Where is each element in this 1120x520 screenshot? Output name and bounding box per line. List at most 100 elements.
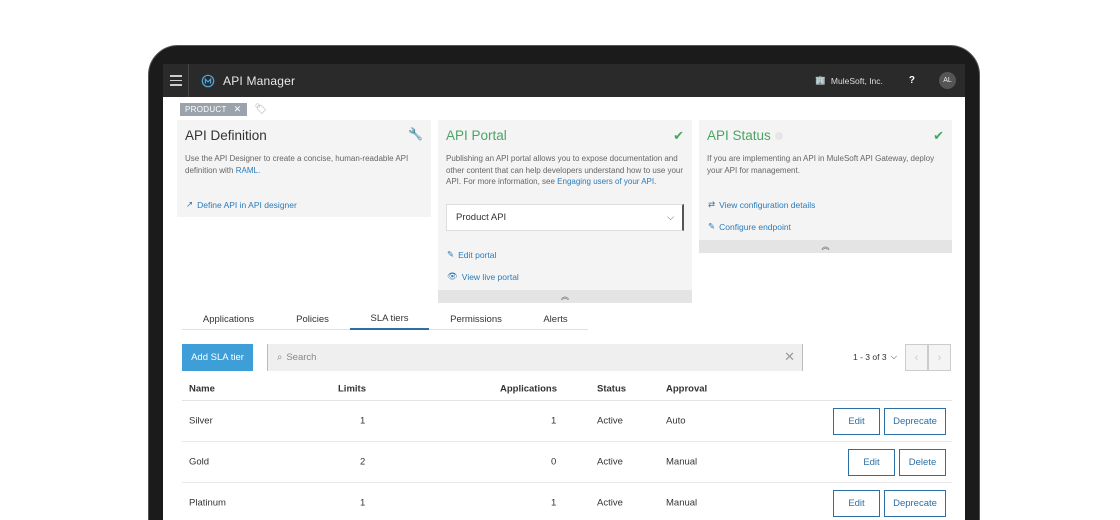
tag-icon[interactable]: 🏷 bbox=[255, 104, 268, 115]
card-title-text: API Status bbox=[707, 128, 771, 143]
tab-permissions[interactable]: Permissions bbox=[429, 308, 523, 330]
cell-limits: 1 bbox=[360, 415, 366, 427]
define-api-link[interactable]: ↗ Define API in API designer bbox=[186, 199, 297, 210]
api-portal-card: API Portal ✔ Publishing an API portal al… bbox=[438, 120, 692, 303]
card-title: API Definition bbox=[185, 128, 267, 143]
tab-bar: Applications Policies SLA tiers Permissi… bbox=[182, 308, 588, 330]
check-icon: ✔ bbox=[673, 128, 684, 143]
table-header: Name Limits Applications Status Approval bbox=[182, 377, 952, 401]
column-header-name: Name bbox=[189, 383, 215, 394]
view-live-portal-label: View live portal bbox=[461, 271, 519, 282]
org-name: MuleSoft, Inc. bbox=[830, 75, 883, 86]
pagination-text: 1 - 3 of 3 bbox=[853, 351, 887, 362]
pencil-icon: ✎ bbox=[708, 221, 716, 231]
top-bar: API Manager 🏢 MuleSoft, Inc. ? AL bbox=[163, 64, 965, 97]
cell-status: Active bbox=[597, 415, 623, 427]
tag-product: PRODUCT ✕ bbox=[180, 103, 247, 116]
view-configuration-link[interactable]: ⇄ View configuration details bbox=[708, 199, 815, 210]
portal-select-value: Product API bbox=[456, 212, 507, 223]
next-page-button[interactable]: › bbox=[928, 344, 951, 371]
deprecate-button[interactable]: Deprecate bbox=[884, 408, 946, 435]
portal-select[interactable]: Product API ⌵ bbox=[446, 204, 684, 231]
cell-name: Platinum bbox=[189, 497, 226, 509]
cell-applications: 1 bbox=[551, 497, 557, 509]
edit-button[interactable]: Edit bbox=[833, 490, 880, 517]
search-icon: ⌕ bbox=[277, 352, 283, 363]
api-status-card: API Status ✔ If you are implementing an … bbox=[699, 120, 952, 253]
help-icon[interactable]: ? bbox=[909, 75, 915, 86]
cell-approval: Auto bbox=[666, 415, 686, 427]
cell-approval: Manual bbox=[666, 456, 698, 468]
configure-endpoint-label: Configure endpoint bbox=[719, 221, 791, 232]
engaging-users-link[interactable]: Engaging users of your API bbox=[557, 177, 654, 186]
view-live-portal-link[interactable]: 👁 View live portal bbox=[447, 271, 519, 282]
table-row: Silver 1 1 Active Auto Edit Deprecate bbox=[182, 401, 952, 442]
description-text: Use the API Designer to create a concise… bbox=[185, 154, 409, 175]
cell-name: Silver bbox=[189, 415, 213, 427]
tab-applications[interactable]: Applications bbox=[182, 308, 275, 330]
api-definition-card: API Definition 🔧 Use the API Designer to… bbox=[177, 120, 431, 217]
description-suffix: . bbox=[654, 177, 657, 186]
mulesoft-logo-icon bbox=[201, 74, 215, 87]
transfer-icon: ⇄ bbox=[708, 199, 716, 209]
avatar[interactable]: AL bbox=[939, 72, 956, 89]
column-header-status: Status bbox=[597, 383, 627, 394]
pagination-select[interactable]: 1 - 3 of 3 ⌵ bbox=[853, 351, 897, 362]
pencil-icon: ✎ bbox=[447, 249, 455, 259]
edit-button[interactable]: Edit bbox=[848, 449, 895, 476]
edit-portal-label: Edit portal bbox=[458, 249, 497, 260]
column-header-applications: Applications bbox=[500, 383, 558, 394]
card-title: API Portal bbox=[446, 128, 507, 143]
tab-alerts[interactable]: Alerts bbox=[523, 308, 588, 330]
chevron-right-icon: › bbox=[937, 351, 942, 364]
sla-tiers-table: Name Limits Applications Status Approval… bbox=[182, 377, 952, 520]
card-title: API Status bbox=[707, 128, 783, 143]
search-input[interactable]: ⌕ Search ✕ bbox=[267, 344, 803, 371]
edit-button[interactable]: Edit bbox=[833, 408, 880, 435]
chevron-left-icon: ‹ bbox=[914, 351, 919, 364]
chevron-up-icon: ︽ bbox=[561, 292, 569, 301]
cell-status: Active bbox=[597, 497, 623, 509]
table-row: Platinum 1 1 Active Manual Edit Deprecat… bbox=[182, 483, 952, 520]
app-screen: API Manager 🏢 MuleSoft, Inc. ? AL PRODUC… bbox=[163, 64, 965, 520]
define-api-label: Define API in API designer bbox=[197, 199, 297, 210]
search-placeholder: Search bbox=[286, 352, 317, 363]
chevron-down-icon: ⌵ bbox=[890, 351, 898, 361]
cell-status: Active bbox=[597, 456, 623, 468]
external-edit-icon: ↗ bbox=[186, 199, 194, 209]
collapse-toggle[interactable]: ︽ bbox=[699, 240, 952, 253]
wrench-icon: 🔧 bbox=[408, 127, 423, 141]
menu-icon[interactable] bbox=[163, 64, 189, 97]
close-icon[interactable]: ✕ bbox=[234, 104, 242, 115]
eye-icon: 👁 bbox=[447, 271, 458, 281]
previous-page-button[interactable]: ‹ bbox=[905, 344, 928, 371]
add-sla-tier-button[interactable]: Add SLA tier bbox=[182, 344, 253, 371]
view-configuration-label: View configuration details bbox=[719, 199, 816, 210]
cell-limits: 2 bbox=[360, 456, 366, 468]
delete-button[interactable]: Delete bbox=[899, 449, 946, 476]
deprecate-button[interactable]: Deprecate bbox=[884, 490, 946, 517]
tab-policies[interactable]: Policies bbox=[275, 308, 350, 330]
tag-label: PRODUCT bbox=[185, 105, 227, 114]
cell-name: Gold bbox=[189, 456, 210, 468]
raml-link[interactable]: RAML bbox=[236, 166, 258, 175]
card-description: Use the API Designer to create a concise… bbox=[185, 153, 425, 176]
check-icon: ✔ bbox=[933, 128, 944, 143]
building-icon: 🏢 bbox=[815, 75, 826, 85]
card-description: If you are implementing an API in MuleSo… bbox=[707, 154, 935, 175]
tag-row: PRODUCT ✕ 🏷 bbox=[180, 103, 267, 116]
column-header-approval: Approval bbox=[666, 383, 708, 394]
collapse-toggle[interactable]: ︽ bbox=[438, 290, 692, 303]
tab-sla-tiers[interactable]: SLA tiers bbox=[350, 308, 429, 330]
card-description: Publishing an API portal allows you to e… bbox=[446, 153, 688, 188]
column-header-limits: Limits bbox=[338, 383, 366, 394]
chevron-down-icon: ⌵ bbox=[667, 212, 674, 222]
table-row: Gold 2 0 Active Manual Edit Delete bbox=[182, 442, 952, 483]
close-icon[interactable]: ✕ bbox=[784, 349, 795, 365]
configure-endpoint-link[interactable]: ✎ Configure endpoint bbox=[708, 221, 791, 232]
cell-limits: 1 bbox=[360, 497, 366, 509]
edit-portal-link[interactable]: ✎ Edit portal bbox=[447, 249, 496, 260]
status-dot-icon bbox=[774, 132, 783, 141]
org-switcher[interactable]: 🏢 MuleSoft, Inc. bbox=[815, 75, 883, 86]
description-suffix: . bbox=[257, 165, 261, 175]
